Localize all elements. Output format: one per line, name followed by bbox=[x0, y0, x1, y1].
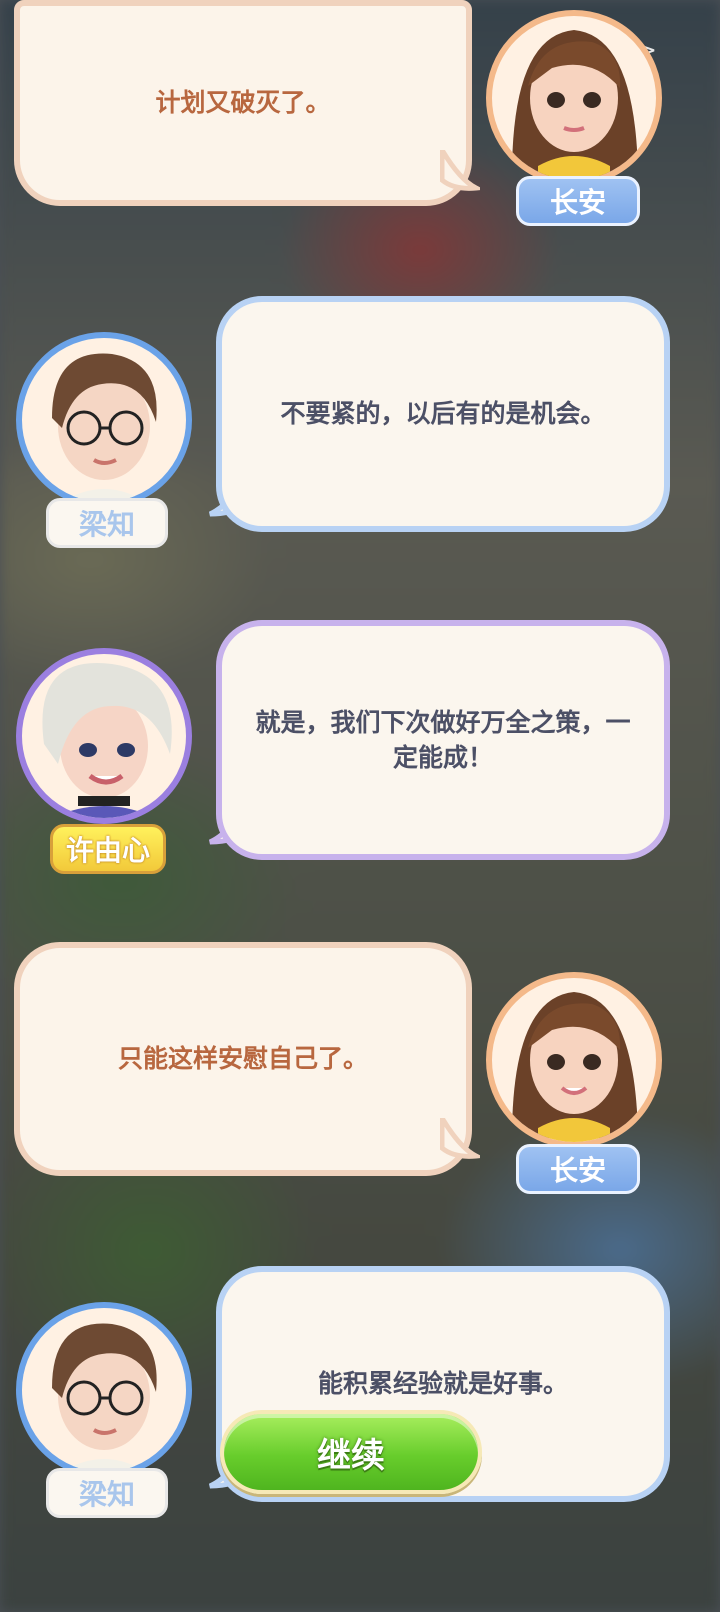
dialog-text-5: 能积累经验就是好事。 bbox=[317, 1369, 568, 1399]
dialog-bubble-2: 不要紧的，以后有的是机会。 bbox=[216, 296, 670, 532]
bubble-tail-4 bbox=[440, 1118, 480, 1159]
nametag-xuyouxin: 许由心 bbox=[50, 824, 166, 874]
dialog-bubble-4: 只能这样安慰自己了。 bbox=[14, 942, 472, 1176]
avatar-changan-2 bbox=[486, 972, 662, 1148]
continue-button[interactable]: 继续 bbox=[220, 1410, 482, 1494]
avatar-liangzhi-1 bbox=[16, 332, 192, 508]
dialog-bubble-1: 计划又破灭了。 bbox=[14, 0, 472, 206]
continue-button-label: 继续 bbox=[317, 1435, 385, 1476]
avatar-xuyouxin bbox=[16, 648, 192, 824]
nametag-changan-2: 长安 bbox=[516, 1144, 640, 1194]
dialog-text-2: 不要紧的，以后有的是机会。 bbox=[280, 399, 606, 429]
avatar-changan-1 bbox=[486, 10, 662, 186]
dialog-text-4: 只能这样安慰自己了。 bbox=[117, 1044, 368, 1074]
dialog-text-1: 计划又破灭了。 bbox=[155, 88, 331, 118]
dialog-text-3: 就是，我们下次做好万全之策，一定能成！ bbox=[255, 707, 631, 773]
nametag-liangzhi-2: 梁知 bbox=[46, 1468, 168, 1518]
bubble-tail-1 bbox=[440, 150, 480, 191]
nametag-changan-1: 长安 bbox=[516, 176, 640, 226]
avatar-liangzhi-2 bbox=[16, 1302, 192, 1478]
nametag-liangzhi-1: 梁知 bbox=[46, 498, 168, 548]
dialog-bubble-3: 就是，我们下次做好万全之策，一定能成！ bbox=[216, 620, 670, 860]
